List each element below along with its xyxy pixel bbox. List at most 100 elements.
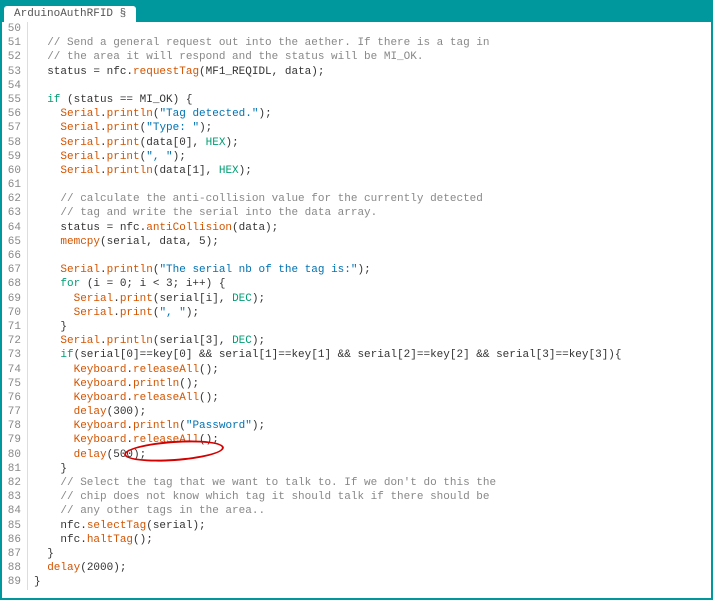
code-content[interactable]: Keyboard.println(); xyxy=(28,377,199,391)
code-content[interactable]: // any other tags in the area.. xyxy=(28,504,265,518)
code-content[interactable]: // tag and write the serial into the dat… xyxy=(28,206,377,220)
code-line[interactable]: 88 delay(2000); xyxy=(2,561,711,575)
code-line[interactable]: 86 nfc.haltTag(); xyxy=(2,533,711,547)
code-line[interactable]: 84 // any other tags in the area.. xyxy=(2,504,711,518)
code-content[interactable] xyxy=(28,249,34,263)
code-content[interactable]: Serial.print(serial[i], DEC); xyxy=(28,292,265,306)
line-number: 81 xyxy=(2,462,28,476)
line-number: 76 xyxy=(2,391,28,405)
code-line[interactable]: 76 Keyboard.releaseAll(); xyxy=(2,391,711,405)
code-line[interactable]: 68 for (i = 0; i < 3; i++) { xyxy=(2,277,711,291)
code-content[interactable]: if(serial[0]==key[0] && serial[1]==key[1… xyxy=(28,348,622,362)
code-content[interactable]: Serial.println(data[1], HEX); xyxy=(28,164,252,178)
code-content[interactable]: status = nfc.requestTag(MF1_REQIDL, data… xyxy=(28,65,324,79)
code-line[interactable]: 89} xyxy=(2,575,711,589)
code-line[interactable]: 61 xyxy=(2,178,711,192)
tab-bar: ArduinoAuthRFID § xyxy=(2,2,711,22)
code-content[interactable]: delay(2000); xyxy=(28,561,126,575)
code-line[interactable]: 73 if(serial[0]==key[0] && serial[1]==ke… xyxy=(2,348,711,362)
line-number: 58 xyxy=(2,136,28,150)
code-content[interactable]: } xyxy=(28,462,67,476)
code-line[interactable]: 72 Serial.println(serial[3], DEC); xyxy=(2,334,711,348)
code-content[interactable]: } xyxy=(28,547,54,561)
code-content[interactable]: Serial.println("Tag detected."); xyxy=(28,107,272,121)
code-content[interactable]: Serial.println(serial[3], DEC); xyxy=(28,334,265,348)
code-content[interactable]: // the area it will respond and the stat… xyxy=(28,50,423,64)
line-number: 78 xyxy=(2,419,28,433)
code-line[interactable]: 63 // tag and write the serial into the … xyxy=(2,206,711,220)
code-content[interactable]: nfc.haltTag(); xyxy=(28,533,153,547)
code-content[interactable]: if (status == MI_OK) { xyxy=(28,93,192,107)
code-line[interactable]: 85 nfc.selectTag(serial); xyxy=(2,519,711,533)
code-line[interactable]: 87 } xyxy=(2,547,711,561)
code-line[interactable]: 64 status = nfc.antiCollision(data); xyxy=(2,221,711,235)
code-content[interactable]: Serial.println("The serial nb of the tag… xyxy=(28,263,371,277)
code-line[interactable]: 52 // the area it will respond and the s… xyxy=(2,50,711,64)
line-number: 67 xyxy=(2,263,28,277)
code-content[interactable] xyxy=(28,79,34,93)
code-content[interactable]: Serial.print(", "); xyxy=(28,150,186,164)
code-content[interactable]: delay(300); xyxy=(28,405,146,419)
code-content[interactable]: Keyboard.releaseAll(); xyxy=(28,363,219,377)
code-content[interactable]: // calculate the anti-collision value fo… xyxy=(28,192,483,206)
code-line[interactable]: 50 xyxy=(2,22,711,36)
code-line[interactable]: 66 xyxy=(2,249,711,263)
code-content[interactable]: // Select the tag that we want to talk t… xyxy=(28,476,496,490)
code-line[interactable]: 75 Keyboard.println(); xyxy=(2,377,711,391)
line-number: 74 xyxy=(2,363,28,377)
code-line[interactable]: 78 Keyboard.println("Password"); xyxy=(2,419,711,433)
code-content[interactable]: // chip does not know which tag it shoul… xyxy=(28,490,489,504)
code-content[interactable]: memcpy(serial, data, 5); xyxy=(28,235,219,249)
code-line[interactable]: 58 Serial.print(data[0], HEX); xyxy=(2,136,711,150)
line-number: 65 xyxy=(2,235,28,249)
line-number: 63 xyxy=(2,206,28,220)
line-number: 75 xyxy=(2,377,28,391)
code-editor[interactable]: 5051 // Send a general request out into … xyxy=(2,22,711,598)
code-content[interactable]: delay(500); xyxy=(28,448,146,462)
line-number: 79 xyxy=(2,433,28,447)
code-line[interactable]: 74 Keyboard.releaseAll(); xyxy=(2,363,711,377)
code-line[interactable]: 51 // Send a general request out into th… xyxy=(2,36,711,50)
code-line[interactable]: 71 } xyxy=(2,320,711,334)
code-line[interactable]: 70 Serial.print(", "); xyxy=(2,306,711,320)
code-line[interactable]: 55 if (status == MI_OK) { xyxy=(2,93,711,107)
line-number: 73 xyxy=(2,348,28,362)
code-content[interactable]: Keyboard.releaseAll(); xyxy=(28,433,219,447)
code-content[interactable]: Serial.print(data[0], HEX); xyxy=(28,136,239,150)
line-number: 77 xyxy=(2,405,28,419)
code-line[interactable]: 77 delay(300); xyxy=(2,405,711,419)
code-line[interactable]: 56 Serial.println("Tag detected."); xyxy=(2,107,711,121)
code-line[interactable]: 69 Serial.print(serial[i], DEC); xyxy=(2,292,711,306)
line-number: 59 xyxy=(2,150,28,164)
tab-sketch[interactable]: ArduinoAuthRFID § xyxy=(4,6,136,22)
code-content[interactable]: Keyboard.releaseAll(); xyxy=(28,391,219,405)
code-content[interactable]: for (i = 0; i < 3; i++) { xyxy=(28,277,225,291)
code-content[interactable]: // Send a general request out into the a… xyxy=(28,36,489,50)
code-line[interactable]: 59 Serial.print(", "); xyxy=(2,150,711,164)
code-line[interactable]: 53 status = nfc.requestTag(MF1_REQIDL, d… xyxy=(2,65,711,79)
code-line[interactable]: 67 Serial.println("The serial nb of the … xyxy=(2,263,711,277)
code-content[interactable]: Keyboard.println("Password"); xyxy=(28,419,265,433)
code-line[interactable]: 83 // chip does not know which tag it sh… xyxy=(2,490,711,504)
code-line[interactable]: 79 Keyboard.releaseAll(); xyxy=(2,433,711,447)
code-line[interactable]: 81 } xyxy=(2,462,711,476)
code-content[interactable]: } xyxy=(28,320,67,334)
code-line[interactable]: 60 Serial.println(data[1], HEX); xyxy=(2,164,711,178)
code-content[interactable]: Serial.print("Type: "); xyxy=(28,121,212,135)
code-content[interactable] xyxy=(28,178,34,192)
code-line[interactable]: 62 // calculate the anti-collision value… xyxy=(2,192,711,206)
code-content[interactable]: status = nfc.antiCollision(data); xyxy=(28,221,278,235)
line-number: 84 xyxy=(2,504,28,518)
line-number: 57 xyxy=(2,121,28,135)
code-line[interactable]: 54 xyxy=(2,79,711,93)
code-line[interactable]: 80 delay(500); xyxy=(2,448,711,462)
code-content[interactable] xyxy=(28,22,34,36)
line-number: 51 xyxy=(2,36,28,50)
code-line[interactable]: 57 Serial.print("Type: "); xyxy=(2,121,711,135)
code-line[interactable]: 65 memcpy(serial, data, 5); xyxy=(2,235,711,249)
line-number: 50 xyxy=(2,22,28,36)
code-content[interactable]: nfc.selectTag(serial); xyxy=(28,519,206,533)
code-content[interactable]: } xyxy=(28,575,41,589)
code-line[interactable]: 82 // Select the tag that we want to tal… xyxy=(2,476,711,490)
code-content[interactable]: Serial.print(", "); xyxy=(28,306,199,320)
